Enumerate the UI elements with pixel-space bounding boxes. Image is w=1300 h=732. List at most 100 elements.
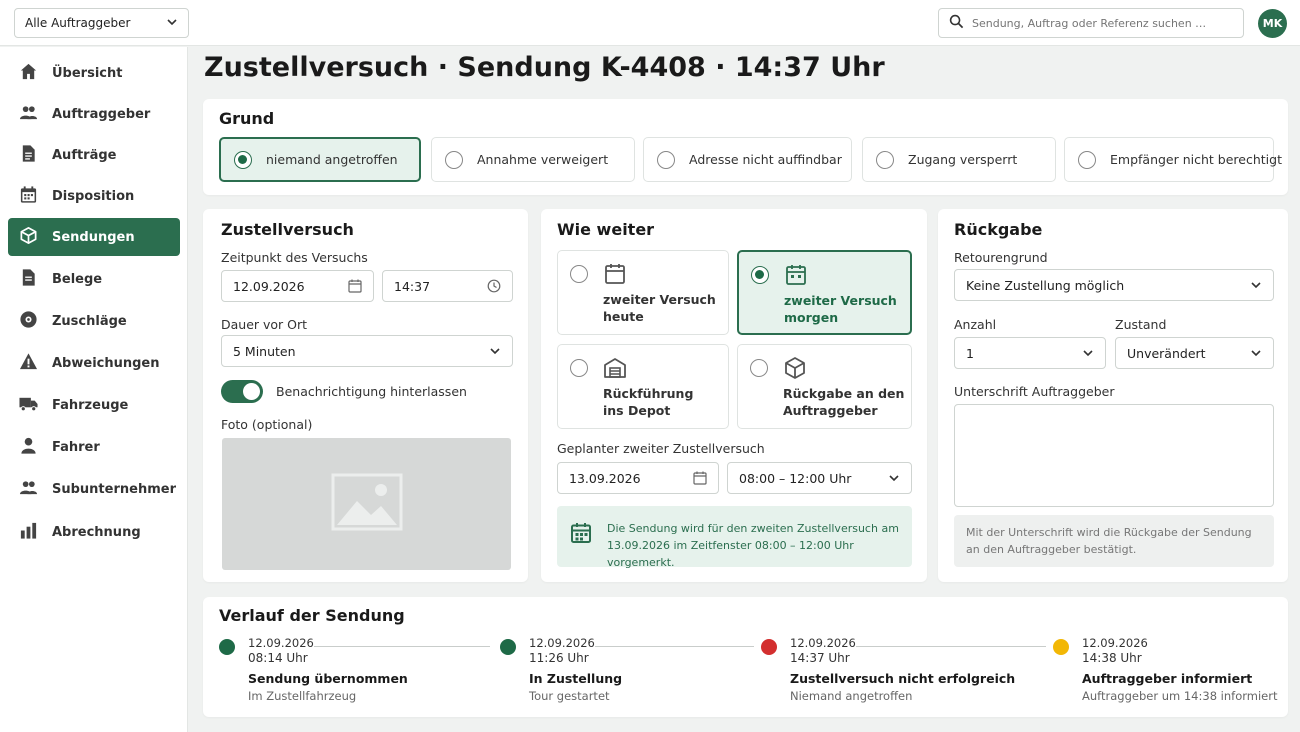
radio	[876, 150, 894, 169]
reason-label: Empfänger nicht berechtigt	[1110, 152, 1282, 167]
reason-label: Zugang versperrt	[908, 152, 1018, 167]
timeline-subtitle: Tour gestartet	[529, 689, 610, 703]
option-second-attempt-tomorrow[interactable]: zweiter Versuch morgen	[737, 250, 912, 335]
sidebar-item-abweichungen[interactable]: Abweichungen	[8, 344, 180, 382]
radio	[570, 359, 588, 377]
search-field[interactable]	[938, 8, 1244, 38]
option-second-attempt-today[interactable]: zweiter Versuch heute	[557, 250, 729, 335]
planned-attempt-label: Geplanter zweiter Zustellversuch	[557, 441, 765, 456]
timeline-connector	[595, 646, 754, 647]
next-steps-title: Wie weiter	[557, 220, 655, 239]
option-label: Rückführung ins Depot	[603, 386, 694, 418]
calendar-icon	[784, 263, 808, 287]
sidebar-item-auftraggeber[interactable]: Auftraggeber	[8, 95, 180, 133]
sidebar-item-subunternehmer[interactable]: Subunternehmer	[8, 470, 180, 508]
planned-date-field[interactable]: 13.09.2026	[557, 462, 719, 494]
planned-info-text: Die Sendung wird für den zweiten Zustell…	[607, 522, 899, 569]
chevron-down-icon	[489, 345, 501, 357]
option-label: Rückgabe an den Auftraggeber	[783, 386, 905, 418]
sidebar-item-label: Übersicht	[52, 65, 123, 81]
signature-note-text: Mit der Unterschrift wird die Rückgabe d…	[966, 526, 1252, 556]
sidebar-item-label: Aufträge	[52, 147, 117, 163]
calendar-icon	[570, 522, 592, 548]
sidebar: Übersicht Auftraggeber Aufträge Disposit…	[0, 47, 188, 732]
timeline-dot	[219, 639, 235, 655]
planned-window-select[interactable]: 08:00 – 12:00 Uhr	[727, 462, 912, 494]
calendar-icon	[348, 279, 362, 293]
timeline-date: 12.09.2026	[248, 636, 314, 650]
condition-select[interactable]: Unverändert	[1115, 337, 1274, 369]
sidebar-item-abrechnung[interactable]: Abrechnung	[8, 513, 180, 551]
sidebar-item-fahrzeuge[interactable]: Fahrzeuge	[8, 386, 180, 424]
timeline-title: Sendung übernommen	[248, 671, 408, 686]
clock-icon	[487, 279, 501, 293]
timeline-title: Auftraggeber informiert	[1082, 671, 1253, 686]
chevron-down-icon	[166, 16, 178, 31]
option-return-to-client[interactable]: Rückgabe an den Auftraggeber	[737, 344, 912, 429]
attempt-title: Zustellversuch	[221, 220, 354, 239]
timeline-dot	[500, 639, 516, 655]
reason-label: niemand angetroffen	[266, 152, 398, 167]
people-icon	[19, 478, 38, 501]
package-icon	[783, 356, 807, 380]
timeline-connector	[314, 646, 490, 647]
planned-date-value: 13.09.2026	[569, 470, 641, 486]
return-title: Rückgabe	[954, 220, 1043, 239]
sidebar-item-disposition[interactable]: Disposition	[8, 177, 180, 215]
radio-selected	[234, 150, 252, 169]
attempt-date-field[interactable]: 12.09.2026	[221, 270, 374, 302]
planned-info-box: Die Sendung wird für den zweiten Zustell…	[557, 506, 912, 569]
reason-label: Adresse nicht auffindbar	[689, 152, 842, 167]
duration-label: Dauer vor Ort	[221, 317, 308, 332]
reason-label: Annahme verweigert	[477, 152, 609, 167]
calendar-icon	[603, 262, 627, 286]
disc-icon	[19, 310, 38, 333]
quantity-select[interactable]: 1	[954, 337, 1106, 369]
sidebar-item-uebersicht[interactable]: Übersicht	[8, 54, 180, 92]
return-reason-label: Retourengrund	[954, 250, 1048, 265]
timeline-dot	[761, 639, 777, 655]
person-icon	[19, 436, 38, 459]
calendar-icon	[19, 185, 38, 208]
truck-icon	[19, 394, 38, 417]
signature-pad[interactable]	[954, 404, 1274, 507]
radio-selected	[751, 266, 769, 284]
return-reason-value: Keine Zustellung möglich	[966, 277, 1125, 293]
planned-window-value: 08:00 – 12:00 Uhr	[739, 470, 852, 486]
return-reason-select[interactable]: Keine Zustellung möglich	[954, 269, 1274, 301]
option-label: zweiter Versuch heute	[603, 292, 716, 324]
sidebar-item-label: Auftraggeber	[52, 106, 151, 122]
duration-value: 5 Minuten	[233, 343, 296, 359]
client-filter-select[interactable]: Alle Auftraggeber	[14, 8, 189, 38]
sidebar-item-fahrer[interactable]: Fahrer	[8, 428, 180, 466]
search-input[interactable]	[972, 16, 1233, 30]
avatar[interactable]: MK	[1258, 9, 1287, 38]
reason-option-annahme-verweigert[interactable]: Annahme verweigert	[431, 137, 635, 182]
photo-label: Foto (optional)	[221, 417, 313, 432]
attempt-date-value: 12.09.2026	[233, 278, 305, 294]
reason-option-empfaenger-nicht-berechtigt[interactable]: Empfänger nicht berechtigt	[1064, 137, 1282, 182]
sidebar-item-sendungen[interactable]: Sendungen	[8, 218, 180, 256]
duration-select[interactable]: 5 Minuten	[221, 335, 513, 367]
bar-chart-icon	[19, 521, 38, 544]
sidebar-item-belege[interactable]: Belege	[8, 260, 180, 298]
timeline-date: 12.09.2026	[1082, 636, 1148, 650]
option-return-to-depot[interactable]: Rückführung ins Depot	[557, 344, 729, 429]
reason-option-zugang-versperrt[interactable]: Zugang versperrt	[862, 137, 1056, 182]
sidebar-item-label: Fahrer	[52, 439, 100, 455]
attempt-time-field[interactable]: 14:37	[382, 270, 513, 302]
reason-option-niemand-angetroffen[interactable]: niemand angetroffen	[219, 137, 421, 182]
photo-upload-area[interactable]	[222, 438, 511, 570]
people-icon	[19, 103, 38, 126]
reason-option-adresse-nicht-auffindbar[interactable]: Adresse nicht auffindbar	[643, 137, 852, 182]
radio	[750, 359, 768, 377]
calendar-icon	[693, 471, 707, 485]
quantity-label: Anzahl	[954, 317, 997, 332]
notification-toggle[interactable]	[221, 380, 263, 403]
sidebar-item-zuschlaege[interactable]: Zuschläge	[8, 302, 180, 340]
timeline-title: Zustellversuch nicht erfolgreich	[790, 671, 1016, 686]
sidebar-item-auftraege[interactable]: Aufträge	[8, 136, 180, 174]
sidebar-item-label: Belege	[52, 271, 103, 287]
chevron-down-icon	[1250, 279, 1262, 291]
warehouse-icon	[603, 356, 627, 380]
